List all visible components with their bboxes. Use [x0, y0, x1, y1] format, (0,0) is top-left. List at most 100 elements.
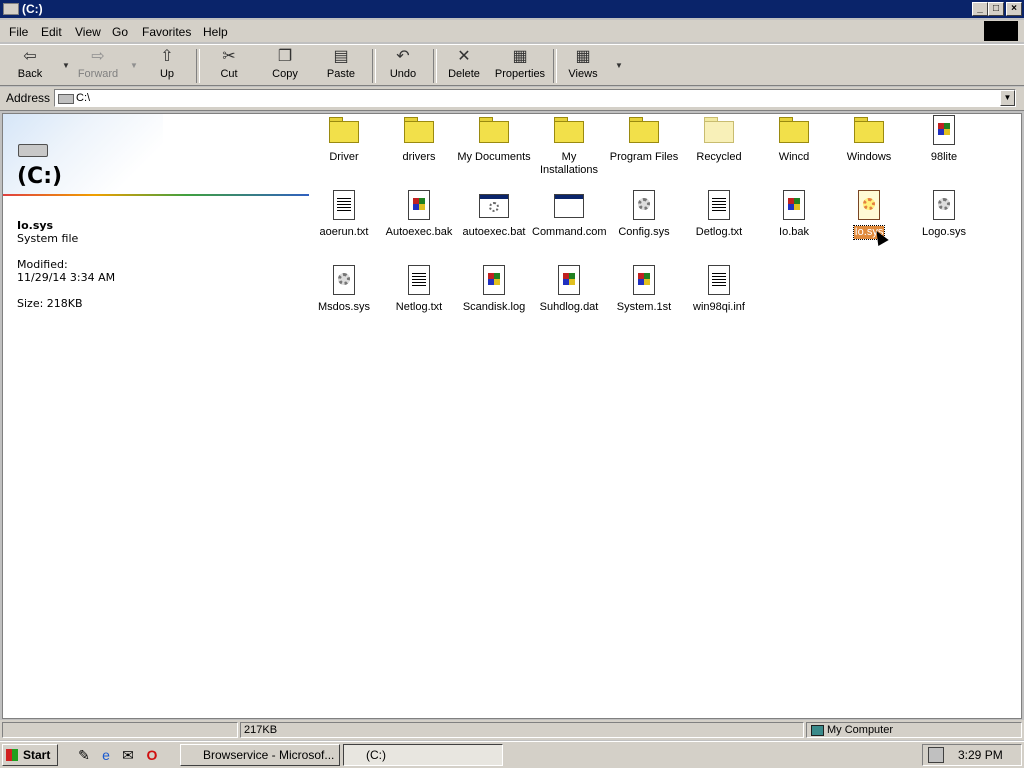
file-item-label: Config.sys [618, 226, 670, 238]
file-icon [403, 265, 435, 297]
file-item[interactable]: Suhdlog.dat [532, 265, 606, 314]
close-button[interactable]: × [1006, 2, 1022, 16]
file-item[interactable]: Windows [832, 115, 906, 164]
up-button[interactable]: ⇧ Up [141, 49, 193, 85]
selected-file-name: Io.sys [17, 219, 54, 232]
menu-edit[interactable]: Edit [41, 25, 62, 39]
menu-file[interactable]: File [9, 25, 28, 39]
undo-button[interactable]: ↶ Undo [377, 49, 429, 85]
file-item-label: drivers [402, 151, 436, 163]
file-item[interactable]: My Documents [457, 115, 531, 164]
gear-icon [489, 202, 499, 212]
file-item[interactable]: Recycled [682, 115, 756, 164]
windows-flag-icon [563, 279, 575, 285]
folder-icon [853, 115, 885, 147]
gear-icon [938, 198, 950, 210]
folder-icon [553, 115, 585, 147]
delete-button[interactable]: ✕ Delete [438, 49, 490, 85]
file-item-label: autoexec.bat [462, 226, 526, 238]
folder-icon [628, 115, 660, 147]
menu-help[interactable]: Help [203, 25, 228, 39]
file-item[interactable]: Detlog.txt [682, 190, 756, 239]
file-icon [553, 190, 585, 222]
menu-favorites[interactable]: Favorites [142, 25, 191, 39]
internet-explorer-icon[interactable]: e [98, 747, 114, 763]
file-item-label: Driver [329, 151, 359, 163]
file-item-label: 98lite [930, 151, 958, 163]
file-item[interactable]: win98qi.inf [682, 265, 756, 314]
properties-button[interactable]: ▦ Properties [494, 49, 546, 85]
copy-button[interactable]: ❐ Copy [259, 49, 311, 85]
menu-view[interactable]: View [75, 25, 101, 39]
file-item[interactable]: Scandisk.log [457, 265, 531, 314]
panel-title: (C:) [17, 164, 63, 189]
file-item[interactable]: Program Files [607, 115, 681, 164]
windows-logo-icon [984, 21, 1018, 41]
file-item[interactable]: My Installations [532, 115, 606, 177]
file-icon [478, 190, 510, 222]
window-titlebar-icon [480, 195, 508, 199]
up-folder-icon: ⇧ [160, 48, 174, 65]
file-item[interactable]: Autoexec.bak [382, 190, 456, 239]
file-item[interactable]: drivers [382, 115, 456, 164]
windows-flag-icon [638, 279, 650, 285]
text-lines-icon [337, 198, 351, 212]
views-dropdown-icon[interactable]: ▼ [615, 61, 623, 70]
show-desktop-icon[interactable]: ✎ [76, 747, 92, 763]
task-c-drive[interactable]: (C:) [343, 744, 503, 766]
file-item-label: win98qi.inf [693, 301, 745, 313]
file-item[interactable]: System.1st [607, 265, 681, 314]
file-item[interactable]: Config.sys [607, 190, 681, 239]
back-button[interactable]: ⇦ Back [4, 49, 56, 85]
gear-icon [863, 198, 875, 210]
file-item[interactable]: aoerun.txt [307, 190, 381, 239]
folder-icon [478, 115, 510, 147]
windows-flag-icon [413, 204, 425, 210]
paste-button[interactable]: ▤ Paste [315, 49, 367, 85]
outlook-express-icon[interactable]: ✉ [120, 747, 136, 763]
file-item[interactable]: Logo.sys [907, 190, 981, 239]
status-zone: My Computer [806, 722, 1022, 738]
file-item-label: Suhdlog.dat [539, 301, 599, 313]
file-item-label: Windows [846, 151, 892, 163]
toolbar: ⇦ Back ▼ ⇨ Forward ▼ ⇧ Up ✂ Cut ❐ Copy ▤… [0, 44, 1024, 86]
scissors-icon: ✂ [222, 48, 236, 65]
file-icon [928, 190, 960, 222]
folder-icon [778, 115, 810, 147]
file-icon [778, 190, 810, 222]
views-grid-icon: ▦ [575, 48, 591, 65]
address-input[interactable] [54, 89, 1016, 107]
windows-flag-icon [788, 204, 800, 210]
file-icon [553, 265, 585, 297]
hard-drive-icon [18, 144, 48, 157]
file-item[interactable]: Msdos.sys [307, 265, 381, 314]
clipboard-icon: ▤ [333, 48, 349, 65]
title-bar[interactable] [0, 0, 1024, 18]
menu-go[interactable]: Go [112, 25, 128, 39]
file-item-label: Netlog.txt [395, 301, 443, 313]
file-item[interactable]: Wincd [757, 115, 831, 164]
copy-icon: ❐ [277, 48, 293, 65]
text-lines-icon [712, 198, 726, 212]
drive-icon [3, 3, 19, 15]
task-browservice[interactable]: Browservice - Microsof... [180, 744, 340, 766]
opera-icon[interactable]: O [144, 747, 160, 763]
back-dropdown-icon[interactable]: ▼ [62, 61, 70, 70]
address-dropdown-button[interactable]: ▼ [1000, 90, 1015, 106]
file-item[interactable]: Netlog.txt [382, 265, 456, 314]
file-item[interactable]: Command.com [532, 190, 607, 239]
file-item[interactable]: Io.bak [757, 190, 831, 239]
forward-dropdown-icon[interactable]: ▼ [130, 61, 138, 70]
views-button[interactable]: ▦ Views [557, 49, 609, 85]
file-item[interactable]: Driver [307, 115, 381, 164]
cut-button[interactable]: ✂ Cut [203, 49, 255, 85]
clock[interactable]: 3:29 PM [958, 748, 1003, 762]
maximize-button[interactable]: □ [988, 2, 1004, 16]
forward-button[interactable]: ⇨ Forward [72, 49, 124, 85]
minimize-button[interactable]: _ [972, 2, 988, 16]
scheduler-icon[interactable] [928, 747, 944, 763]
file-item[interactable]: 98lite [907, 115, 981, 164]
file-item[interactable]: autoexec.bat [457, 190, 531, 239]
folder-icon [403, 115, 435, 147]
file-item[interactable]: Io.sys [832, 190, 906, 240]
